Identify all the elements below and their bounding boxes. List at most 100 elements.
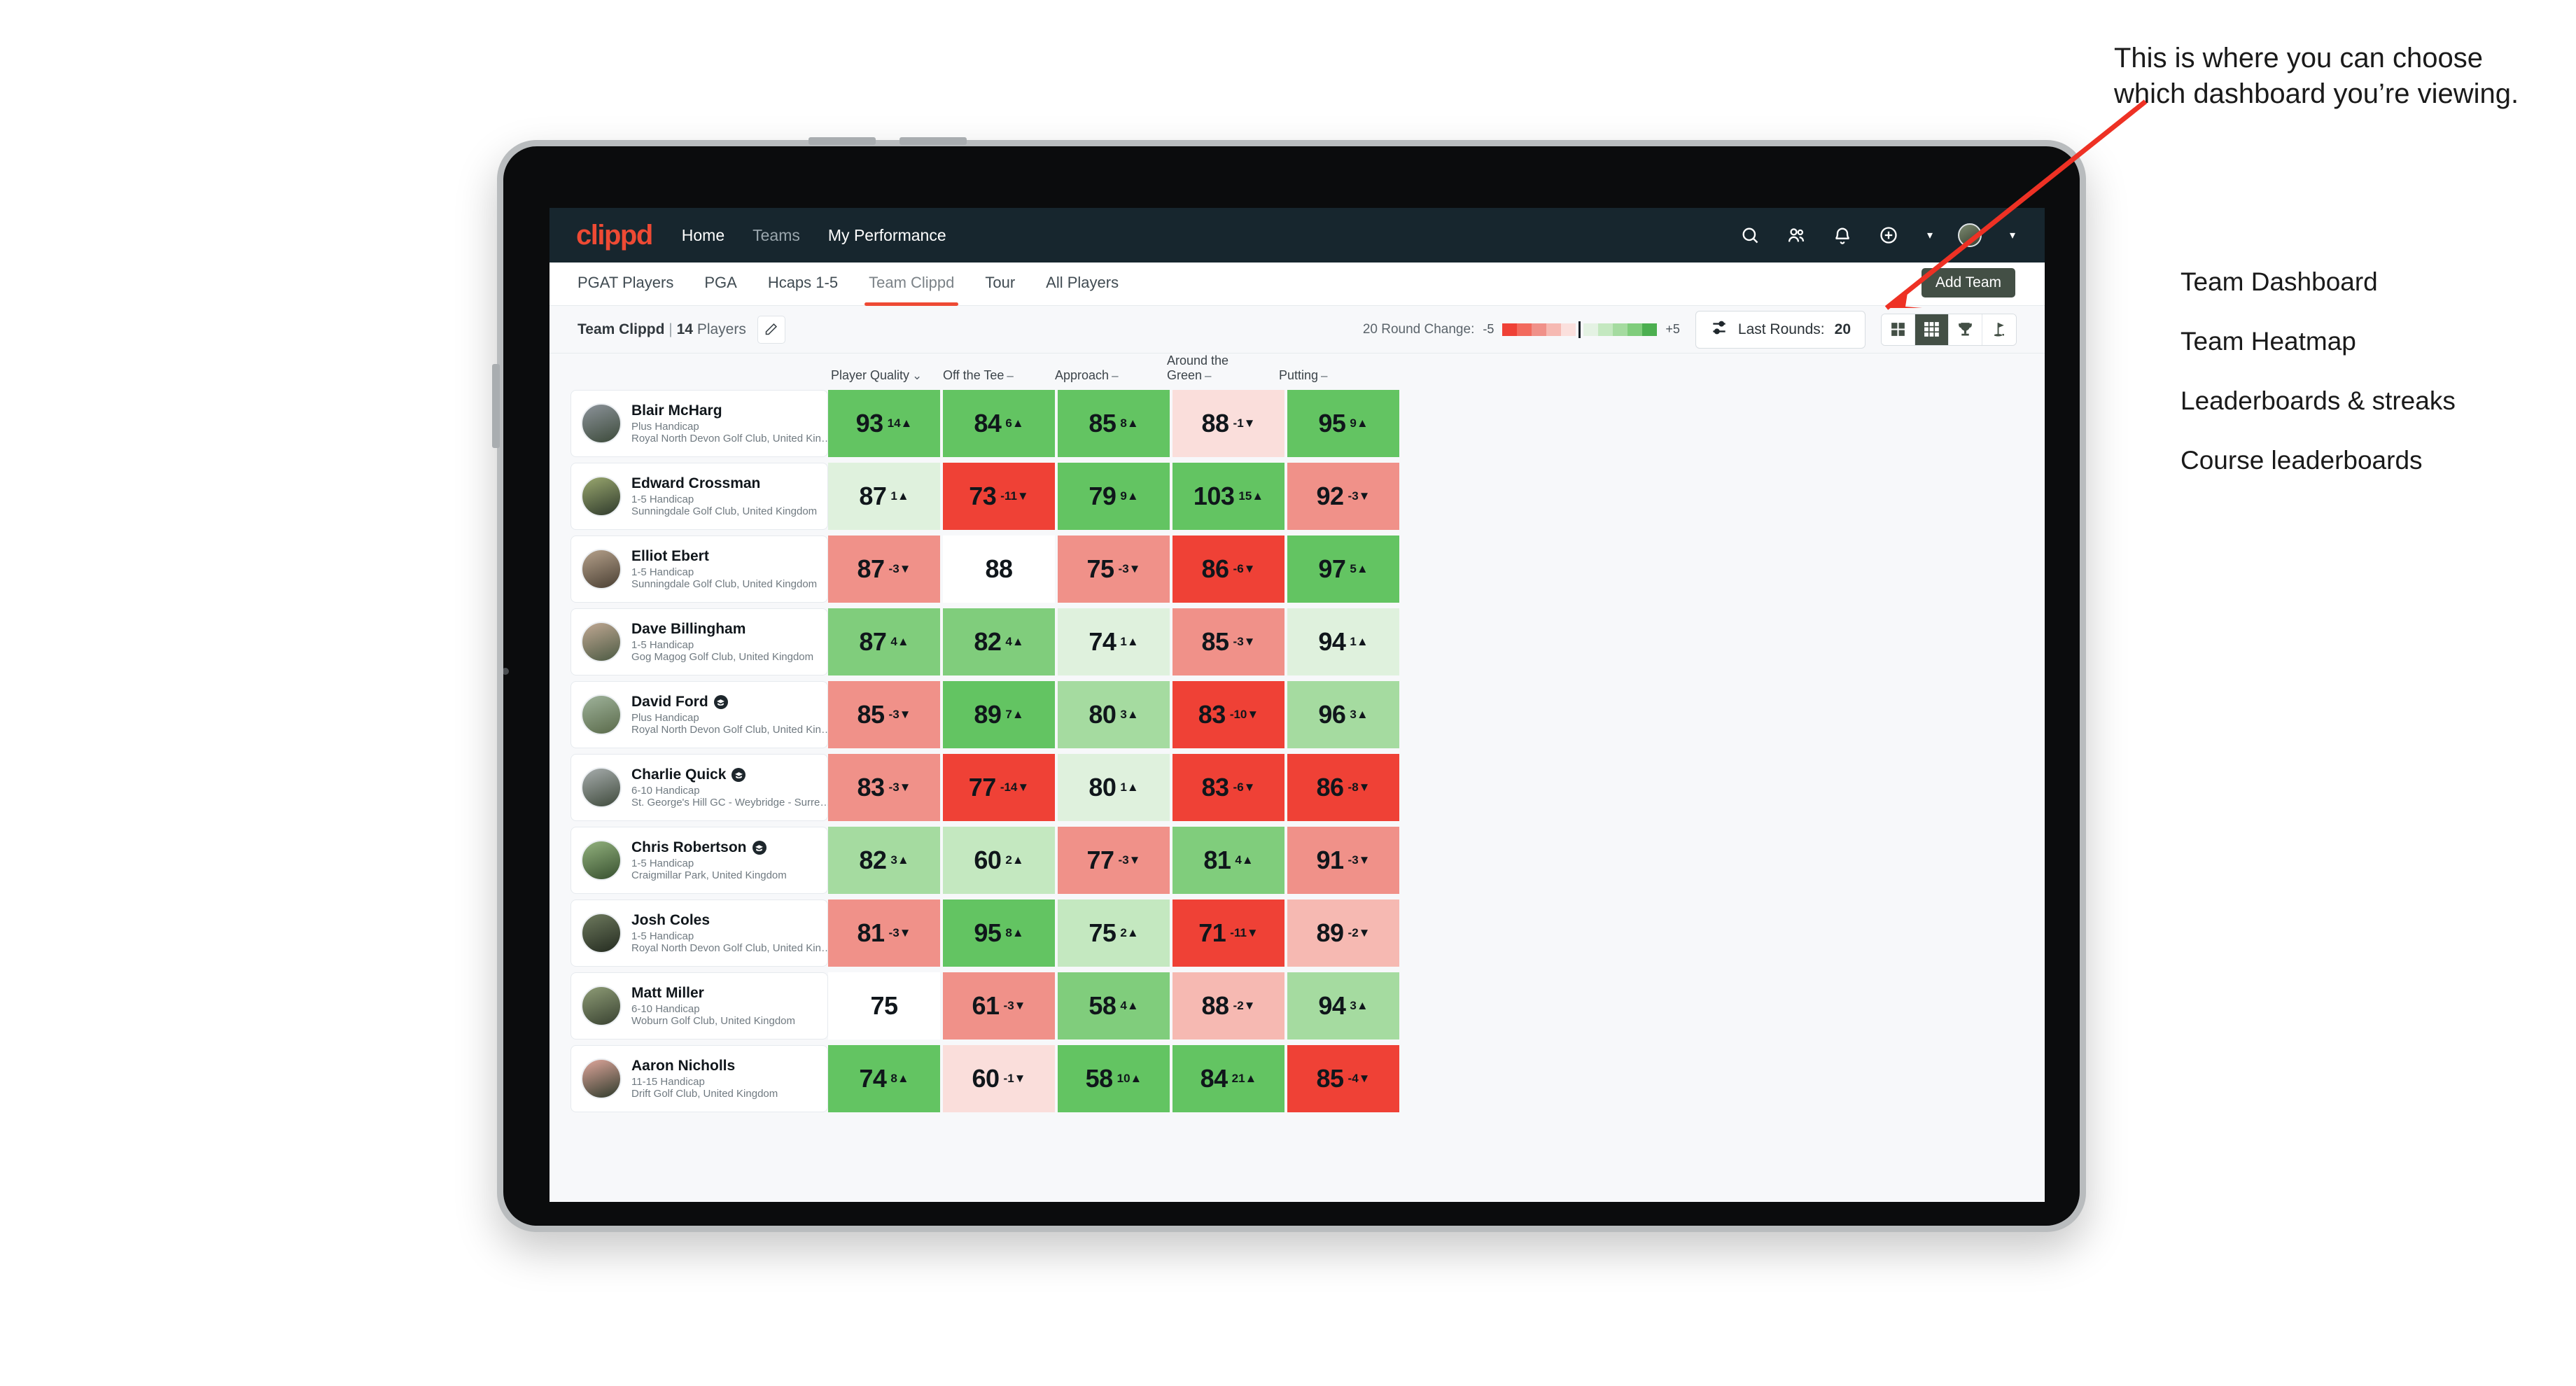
heatmap-cell[interactable]: 88 -1▼ [1172, 390, 1284, 457]
nav-link-teams[interactable]: Teams [752, 226, 800, 245]
heatmap-cell[interactable]: 82 4▲ [943, 608, 1055, 676]
heatmap-cell[interactable]: 75 [828, 972, 940, 1040]
player-card[interactable]: Edward Crossman 1-5 Handicap Sunningdale G… [570, 463, 828, 530]
heatmap-cell[interactable]: 86 -6▼ [1172, 536, 1284, 603]
heatmap-cell[interactable]: 60 2▲ [943, 827, 1055, 894]
column-header-player-quality[interactable]: Player Quality ⌄ [828, 368, 940, 383]
player-name: Josh Coles [631, 912, 834, 929]
player-card[interactable]: Chris Robertson 1-5 Handicap Craigmillar P… [570, 827, 828, 894]
column-header-approach[interactable]: Approach – [1052, 368, 1164, 383]
tab-pga[interactable]: PGA [704, 274, 736, 295]
player-card[interactable]: Charlie Quick 6-10 Handicap St. George's H… [570, 754, 834, 821]
cell-value: 74 [859, 1064, 887, 1093]
heatmap-cell[interactable]: 74 8▲ [828, 1045, 940, 1112]
nav-link-my-performance[interactable]: My Performance [828, 226, 946, 245]
tab-pgat-players[interactable]: PGAT Players [578, 274, 673, 295]
heatmap-cell[interactable]: 85 8▲ [1058, 390, 1170, 457]
heatmap-cell[interactable]: 95 9▲ [1287, 390, 1399, 457]
tab-all-players[interactable]: All Players [1046, 274, 1119, 295]
heatmap-cell[interactable]: 80 1▲ [1058, 754, 1170, 821]
heatmap-cell[interactable]: 87 1▲ [828, 463, 940, 530]
heatmap-cell[interactable]: 87 4▲ [828, 608, 940, 676]
heatmap-cell[interactable]: 95 8▲ [943, 899, 1055, 967]
cell-value: 85 [1201, 627, 1230, 656]
heatmap-cell[interactable]: 82 3▲ [828, 827, 940, 894]
cell-delta: 4▲ [890, 635, 909, 648]
heatmap-cell[interactable]: 75 2▲ [1058, 899, 1170, 967]
heatmap-cell[interactable]: 84 21▲ [1172, 1045, 1284, 1112]
heatmap-cell[interactable]: 91 -3▼ [1287, 827, 1399, 894]
player-card[interactable]: Dave Billingham 1-5 Handicap Gog Magog Gol… [570, 608, 828, 676]
heatmap-cell[interactable]: 77 -3▼ [1058, 827, 1170, 894]
people-icon[interactable] [1786, 225, 1807, 246]
column-header-putting[interactable]: Putting – [1276, 368, 1388, 383]
player-info: Josh Coles 1-5 Handicap Royal North Devon … [631, 912, 834, 954]
heatmap-cell[interactable]: 81 4▲ [1172, 827, 1284, 894]
heatmap-cell[interactable]: 86 -8▼ [1287, 754, 1399, 821]
cell-delta: 9▲ [1120, 489, 1139, 503]
heatmap-cell[interactable]: 83 -6▼ [1172, 754, 1284, 821]
player-name-text: Dave Billingham [631, 621, 746, 637]
heatmap-cell[interactable]: 89 7▲ [943, 681, 1055, 748]
heatmap-cell[interactable]: 85 -4▼ [1287, 1045, 1399, 1112]
heatmap-cell[interactable]: 85 -3▼ [828, 681, 940, 748]
clippd-logo[interactable]: clippd [576, 220, 653, 251]
volume-up-button[interactable] [808, 137, 876, 145]
player-card[interactable]: Blair McHarg Plus Handicap Royal North Dev… [570, 390, 834, 457]
tab-hcaps-1-5[interactable]: Hcaps 1-5 [768, 274, 838, 295]
heatmap-cell[interactable]: 73 -11▼ [943, 463, 1055, 530]
tab-team-clippd[interactable]: Team Clippd [864, 274, 959, 306]
power-button[interactable] [492, 364, 500, 448]
heatmap-cell[interactable]: 89 -2▼ [1287, 899, 1399, 967]
heatmap-cell[interactable]: 81 -3▼ [828, 899, 940, 967]
heatmap-cell[interactable]: 84 6▲ [943, 390, 1055, 457]
heatmap-cell[interactable]: 88 -2▼ [1172, 972, 1284, 1040]
heatmap-cell[interactable]: 71 -11▼ [1172, 899, 1284, 967]
heatmap-cell[interactable]: 85 -3▼ [1172, 608, 1284, 676]
heatmap-cell[interactable]: 61 -3▼ [943, 972, 1055, 1040]
heatmap-cell[interactable]: 75 -3▼ [1058, 536, 1170, 603]
graduation-cap-icon [713, 695, 728, 709]
column-header-around-the-green[interactable]: Around the Green – [1164, 354, 1276, 383]
cell-value: 96 [1318, 700, 1346, 729]
heatmap-cell[interactable]: 94 1▲ [1287, 608, 1399, 676]
heatmap-cell[interactable]: 92 -3▼ [1287, 463, 1399, 530]
heatmap-cell[interactable]: 60 -1▼ [943, 1045, 1055, 1112]
option-leaderboards-streaks: Leaderboards & streaks [2180, 386, 2456, 415]
player-handicap: 11-15 Handicap [631, 1076, 705, 1088]
heatmap-cell[interactable]: 88 [943, 536, 1055, 603]
cell-value: 58 [1085, 1064, 1114, 1093]
heatmap-cell[interactable]: 58 10▲ [1058, 1045, 1170, 1112]
heatmap-cell[interactable]: 58 4▲ [1058, 972, 1170, 1040]
player-name-text: Elliot Ebert [631, 548, 709, 564]
heatmap-cell[interactable]: 87 -3▼ [828, 536, 940, 603]
volume-down-button[interactable] [899, 137, 967, 145]
player-card[interactable]: Matt Miller 6-10 Handicap Woburn Golf Club… [570, 972, 828, 1040]
player-card[interactable]: Elliot Ebert 1-5 Handicap Sunningdale Golf… [570, 536, 828, 603]
cell-delta: 1▲ [1350, 635, 1368, 648]
cell-value: 95 [1318, 409, 1346, 438]
heatmap-cell[interactable]: 83 -3▼ [828, 754, 940, 821]
player-info: Aaron Nicholls 11-15 Handicap Drift Golf C… [631, 1058, 778, 1100]
heatmap-cell[interactable]: 93 14▲ [828, 390, 940, 457]
heatmap-cell[interactable]: 80 3▲ [1058, 681, 1170, 748]
avatar [581, 1058, 622, 1099]
player-card[interactable]: David Ford Plus Handicap Royal North Devon… [570, 681, 834, 748]
heatmap-cell[interactable]: 97 5▲ [1287, 536, 1399, 603]
heatmap-cell[interactable]: 94 3▲ [1287, 972, 1399, 1040]
heatmap-cell[interactable]: 83 -10▼ [1172, 681, 1284, 748]
player-card[interactable]: Aaron Nicholls 11-15 Handicap Drift Golf C… [570, 1045, 828, 1112]
column-header-off-the-tee[interactable]: Off the Tee – [940, 368, 1052, 383]
search-icon[interactable] [1740, 225, 1760, 246]
player-card[interactable]: Josh Coles 1-5 Handicap Royal North Devon … [570, 899, 834, 967]
cell-delta: 5▲ [1350, 562, 1368, 575]
nav-link-home[interactable]: Home [682, 226, 724, 245]
cell-value: 94 [1318, 991, 1346, 1020]
heatmap-cell[interactable]: 74 1▲ [1058, 608, 1170, 676]
heatmap-cell[interactable]: 103 15▲ [1172, 463, 1284, 530]
heatmap-cell[interactable]: 79 9▲ [1058, 463, 1170, 530]
heatmap-cell[interactable]: 77 -14▼ [943, 754, 1055, 821]
heatmap-cell[interactable]: 96 3▲ [1287, 681, 1399, 748]
tab-tour[interactable]: Tour [985, 274, 1015, 295]
pencil-icon[interactable] [757, 315, 785, 344]
